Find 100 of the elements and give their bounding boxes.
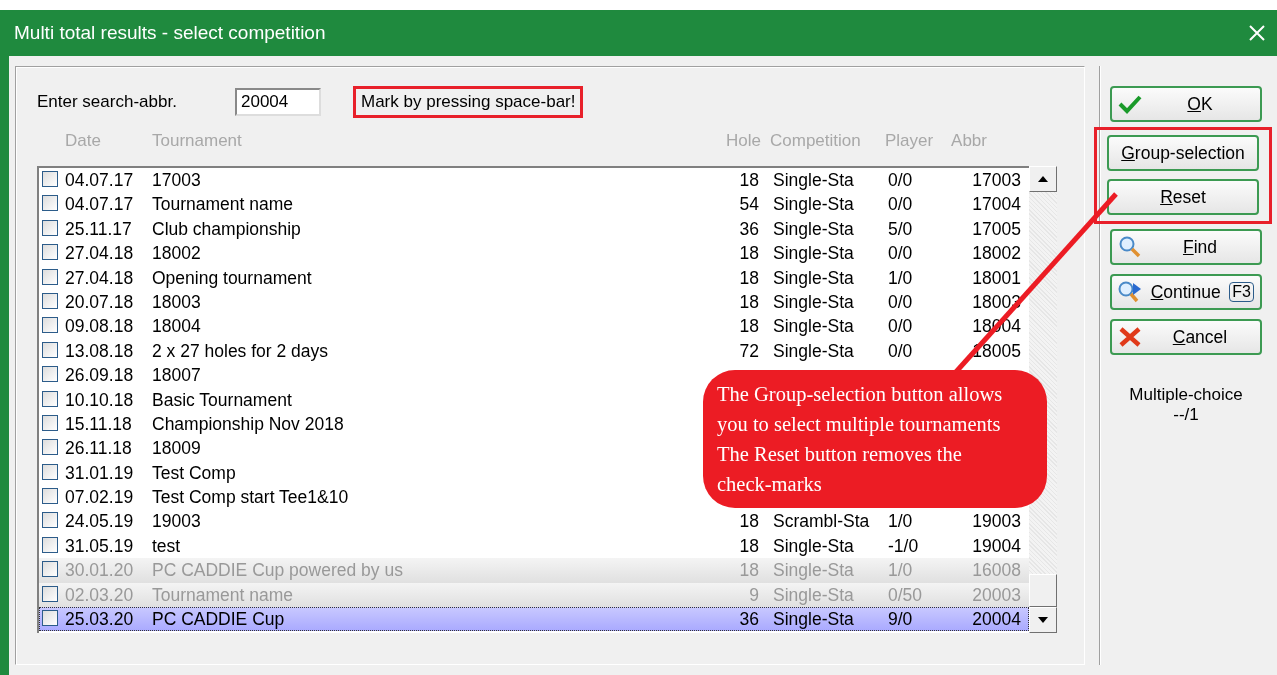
date-cell: 25.03.20 [65,609,134,631]
checkbox[interactable] [42,561,58,578]
checkbox[interactable] [42,366,58,383]
abbr-cell: 17003 [972,170,1021,191]
tournament-cell: 18004 [152,316,201,338]
abbr-cell: 19004 [972,535,1021,557]
search-field[interactable]: 20004 [235,88,321,116]
abbr-cell: 17005 [972,218,1021,240]
checkbox[interactable] [42,463,58,480]
checkbox[interactable] [42,219,58,236]
tournament-cell: PC CADDIE Cup powered by us [152,560,403,582]
search-icon [1118,236,1142,258]
checkbox[interactable] [42,341,58,358]
checkbox[interactable] [42,244,58,261]
scroll-down-button[interactable] [1029,607,1057,633]
date-cell: 07.02.19 [65,487,134,509]
date-cell: 27.04.18 [65,243,134,265]
checkbox[interactable] [42,292,58,309]
date-cell: 24.05.19 [65,511,134,533]
competition-cell: Single-Sta [773,560,854,582]
list-row[interactable]: 25.03.20 PC CADDIE Cup 36 Single-Sta 9/0 20004 [39,607,1029,632]
player-cell: 0/50 [888,584,923,606]
tournament-cell: PC CADDIE Cup [152,609,285,631]
continue-button[interactable]: Continue F3 [1110,274,1262,310]
checkbox[interactable] [42,610,58,627]
hole-cell: 18 [739,243,759,265]
tournament-cell: Championship Nov 2018 [152,413,344,435]
search-label: Enter search-abbr. [37,92,178,112]
abbr-cell: 18002 [972,243,1021,265]
list-row[interactable]: 04.07.17 Tournament name 54 Single-Sta 0/0 17004 [39,192,1029,217]
tournament-cell: 19003 [152,511,201,533]
competition-cell: Single-Sta [773,609,854,631]
tournament-cell: test [152,535,181,557]
multiple-choice-label: Multiple-choice [1128,385,1244,405]
tournament-cell: 18003 [152,291,201,313]
tournament-cell: Test Comp [152,462,236,484]
competition-cell: Single-Sta [773,535,854,557]
player-cell: 1/0 [888,511,913,533]
player-cell: 0/0 [888,316,913,338]
checkmark-icon [1118,93,1142,115]
competition-cell: Single-Sta [773,170,854,191]
list-row[interactable]: 31.05.19 test 18 Single-Sta -1/0 19004 [39,533,1029,559]
close-icon[interactable] [1247,23,1267,43]
abbr-cell: 18001 [972,267,1021,289]
tournament-cell: 18007 [152,365,201,387]
tournament-cell: Tournament name [152,584,294,606]
tournament-cell: 2 x 27 holes for 2 days [152,340,329,362]
player-cell: 9/0 [888,609,913,631]
button[interactable]: Group-selection [1107,135,1259,171]
tournament-cell: Basic Tournament [152,389,292,411]
date-cell: 31.05.19 [65,535,134,557]
checkbox[interactable] [42,512,58,529]
hole-cell: 36 [739,609,759,631]
player-cell: 0/0 [888,291,913,313]
checkbox[interactable] [42,536,58,553]
scroll-thumb[interactable] [1029,574,1057,607]
checkbox[interactable] [42,195,58,212]
competition-cell: Single-Sta [773,194,854,216]
date-cell: 25.11.17 [65,218,132,240]
abbr-cell: 19003 [972,511,1021,533]
hole-cell: 18 [739,560,759,582]
date-cell: 10.10.18 [65,389,134,411]
checkbox[interactable] [42,488,58,505]
competition-cell: Single-Sta [773,218,854,240]
competition-cell: Scrambl-Sta [773,511,870,533]
list-row[interactable]: 27.04.18 18002 18 Single-Sta 0/0 18002 [39,241,1029,266]
player-cell: 0/0 [888,170,913,191]
checkbox[interactable] [42,414,58,431]
checkbox[interactable] [42,171,58,187]
list-row[interactable]: 27.04.18 Opening tournament 18 Single-Sta 1/0 18001 [39,265,1029,290]
cancel-button[interactable]: Cancel [1110,319,1262,355]
checkbox[interactable] [42,268,58,285]
list-row[interactable]: 24.05.19 19003 18 Scrambl-Sta 1/0 19003 [39,509,1029,534]
checkbox[interactable] [42,585,58,602]
list-row[interactable]: 25.11.17 Club championship 36 Single-Sta 5/0 17005 [39,216,1029,242]
checkbox[interactable] [42,439,58,456]
checkbox[interactable] [42,317,58,334]
tournament-cell: Opening tournament [152,267,312,289]
button[interactable]: Reset [1107,179,1259,215]
competition-cell: Single-Sta [773,584,854,606]
list-row[interactable]: 04.07.17 17003 18 Single-Sta 0/0 17003 [39,168,1029,193]
competition-cell: Single-Sta [773,267,854,289]
player-cell: 1/0 [888,267,913,289]
competition-cell: Single-Sta [773,340,854,362]
date-cell: 15.11.18 [65,413,132,435]
ok-button[interactable]: OK [1110,86,1262,122]
hole-cell: 18 [739,535,759,557]
abbr-cell: 20003 [972,584,1021,606]
date-cell: 27.04.18 [65,267,134,289]
checkbox[interactable] [42,390,58,407]
player-cell: 5/0 [888,218,913,240]
find-button[interactable]: Find [1110,229,1262,265]
date-cell: 30.01.20 [65,560,134,582]
hole-cell: 54 [739,194,759,216]
window-title: Multi total results - select competition [14,22,326,44]
date-cell: 31.01.19 [65,462,134,484]
abbr-cell: 16008 [972,560,1021,582]
search-arrow-icon [1118,281,1142,303]
scroll-up-button[interactable] [1029,166,1057,192]
hole-cell: 18 [739,316,759,338]
